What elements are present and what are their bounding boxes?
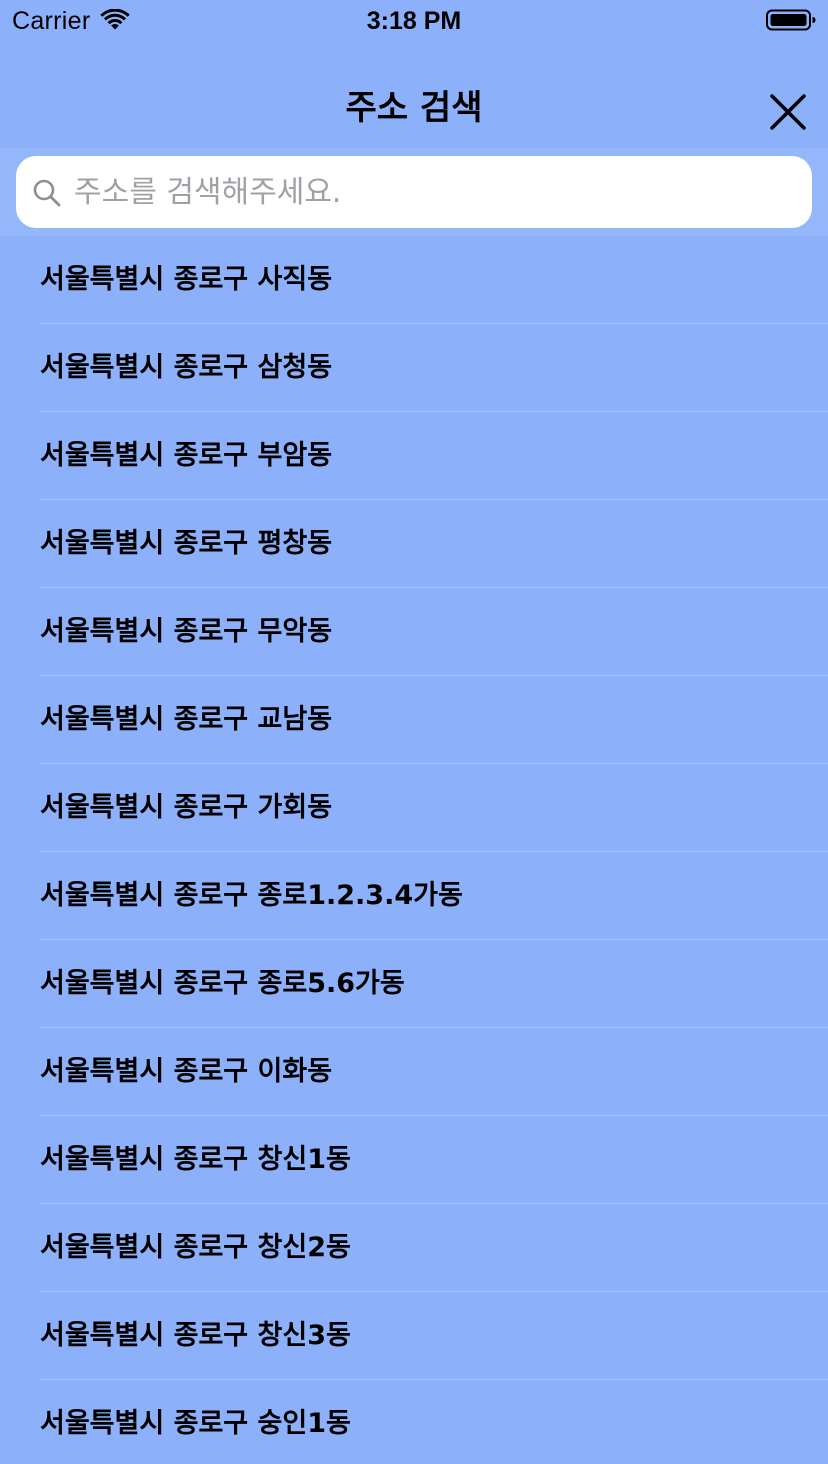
search-input[interactable]	[74, 156, 794, 228]
result-item-label: 서울특별시 종로구 이화동	[40, 1056, 333, 1087]
result-item-samcheong[interactable]: 서울특별시 종로구 삼청동	[0, 324, 828, 412]
status-bar: Carrier 3:18 PM	[0, 0, 828, 40]
result-item-label: 서울특별시 종로구 삼청동	[40, 352, 333, 383]
result-item-label: 서울특별시 종로구 창신1동	[40, 1144, 351, 1175]
result-item-label: 서울특별시 종로구 종로1.2.3.4가동	[40, 880, 463, 911]
result-item-label: 서울특별시 종로구 사직동	[40, 264, 333, 295]
result-item-label: 서울특별시 종로구 부암동	[40, 440, 333, 471]
clock-time: 3:18 PM	[366, 7, 462, 35]
result-item-jongno-1234ga[interactable]: 서울특별시 종로구 종로1.2.3.4가동	[0, 852, 828, 940]
result-item-changsin2[interactable]: 서울특별시 종로구 창신2동	[0, 1204, 828, 1292]
page-title: 주소 검색	[345, 88, 483, 128]
result-item-ihwa[interactable]: 서울특별시 종로구 이화동	[0, 1028, 828, 1116]
search-bar	[0, 148, 828, 236]
result-item-gyonam[interactable]: 서울특별시 종로구 교남동	[0, 676, 828, 764]
search-field-container[interactable]	[16, 156, 812, 228]
search-icon	[33, 179, 61, 207]
result-item-muak[interactable]: 서울특별시 종로구 무악동	[0, 588, 828, 676]
navigation-bar: 주소 검색	[0, 40, 828, 148]
result-item-sungin1[interactable]: 서울특별시 종로구 숭인1동	[0, 1380, 828, 1464]
result-item-changsin3[interactable]: 서울특별시 종로구 창신3동	[0, 1292, 828, 1380]
battery-icon	[766, 9, 816, 31]
result-item-jongno-56ga[interactable]: 서울특별시 종로구 종로5.6가동	[0, 940, 828, 1028]
result-item-sajik[interactable]: 서울특별시 종로구 사직동	[0, 236, 828, 324]
result-item-label: 서울특별시 종로구 창신2동	[40, 1232, 351, 1263]
result-item-label: 서울특별시 종로구 평창동	[40, 528, 333, 559]
result-item-label: 서울특별시 종로구 숭인1동	[40, 1408, 351, 1439]
result-item-label: 서울특별시 종로구 종로5.6가동	[40, 968, 405, 999]
result-item-label: 서울특별시 종로구 무악동	[40, 616, 333, 647]
result-item-label: 서울특별시 종로구 창신3동	[40, 1320, 351, 1351]
result-item-label: 서울특별시 종로구 가회동	[40, 792, 333, 823]
address-search-screen: Carrier 3:18 PM 주소 검색 주소를 검색해주세요. 서울특별시 …	[0, 0, 828, 1464]
result-item-buam[interactable]: 서울특별시 종로구 부암동	[0, 412, 828, 500]
result-item-label: 서울특별시 종로구 교남동	[40, 704, 333, 735]
result-item-pyeongchang[interactable]: 서울특별시 종로구 평창동	[0, 500, 828, 588]
close-button[interactable]	[764, 88, 812, 136]
result-item-changsin1[interactable]: 서울특별시 종로구 창신1동	[0, 1116, 828, 1204]
close-icon	[770, 94, 806, 130]
result-item-gahoe[interactable]: 서울특별시 종로구 가회동	[0, 764, 828, 852]
address-result-list: 서울특별시 종로구 사직동 서울특별시 종로구 삼청동 서울특별시 종로구 부암…	[0, 236, 828, 1464]
